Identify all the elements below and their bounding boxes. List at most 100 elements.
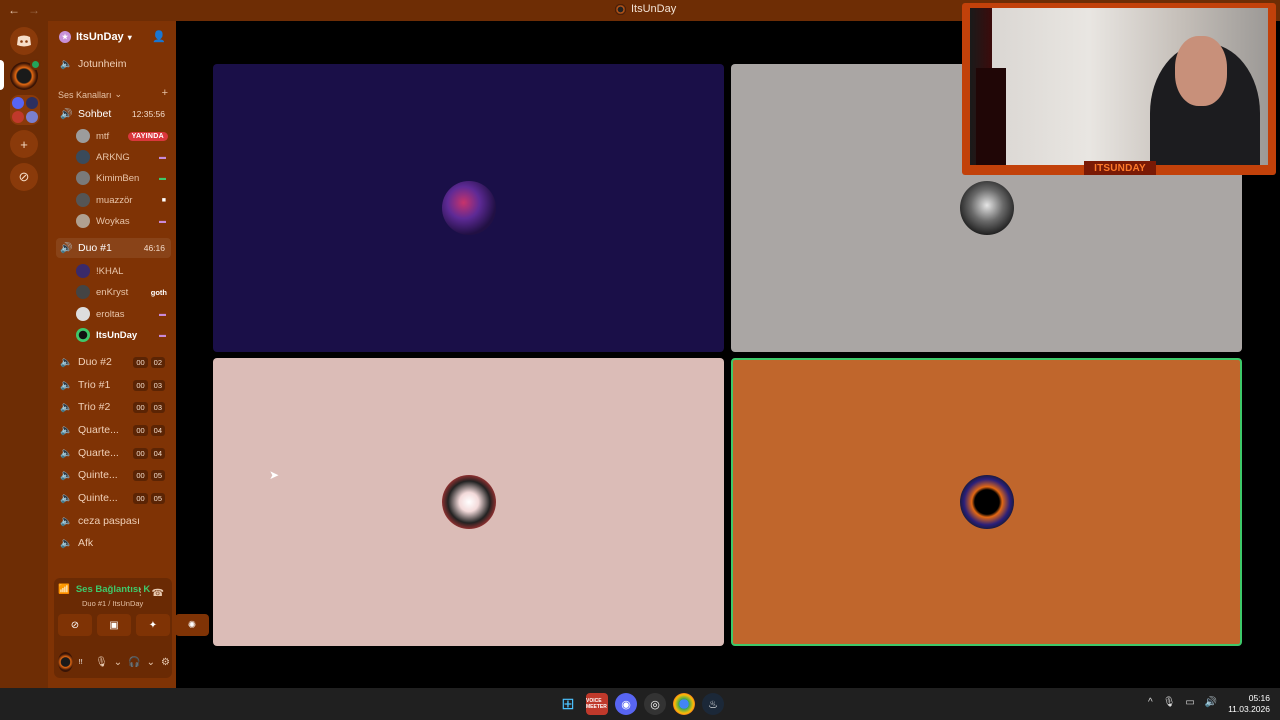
- forward-arrow-icon[interactable]: →: [28, 3, 40, 17]
- voice-user-arkng[interactable]: ARKNG ▬: [76, 147, 171, 167]
- chrome-icon[interactable]: [673, 693, 695, 715]
- headphones-icon[interactable]: 🎧: [128, 657, 140, 668]
- screen-share-button[interactable]: ▣: [97, 614, 131, 636]
- user-name: muazzör: [96, 194, 133, 206]
- voice-user-kimimben[interactable]: KimimBen ▬: [76, 168, 171, 188]
- channel-name: Quarte...: [78, 447, 119, 459]
- activities-button[interactable]: ✦: [136, 614, 170, 636]
- screen-share-icon: ▣: [109, 619, 119, 631]
- server-header[interactable]: ★ ItsUnDay ▾ 👤: [48, 21, 176, 53]
- video-tile-eroltas[interactable]: [213, 358, 724, 646]
- voice-location[interactable]: Duo #1 / ItsUnDay: [82, 599, 143, 608]
- voice-user-eroltas[interactable]: eroltas ▬: [76, 304, 171, 324]
- avatar: [441, 181, 496, 235]
- noise-suppression-icon[interactable]: ⫶: [139, 588, 142, 599]
- voice-buttons: ⊘ ▣ ✦ ✺: [58, 614, 209, 636]
- back-arrow-icon[interactable]: ←: [8, 3, 20, 17]
- selected-server-indicator: [0, 60, 4, 90]
- speaker-icon: 🔈: [60, 356, 73, 368]
- signal-icon: 📶: [58, 584, 70, 595]
- camera-off-button[interactable]: ⊘: [58, 614, 92, 636]
- channel-jotunheim[interactable]: 🔈 Jotunheim: [56, 54, 171, 74]
- channel-name: Sohbet: [78, 108, 112, 120]
- voice-user-muazzor[interactable]: muazzör ■: [76, 190, 171, 210]
- webcam-feed: [970, 8, 1268, 165]
- channel-trio-1[interactable]: 🔈 Trio #1 00 03: [56, 375, 171, 395]
- soundboard-button[interactable]: ✺: [175, 614, 209, 636]
- voice-user-woykas[interactable]: Woykas ▬: [76, 211, 171, 231]
- explore-servers-icon[interactable]: ⊘: [10, 163, 38, 191]
- server-itsunday-icon[interactable]: [10, 59, 41, 90]
- microphone-icon[interactable]: 🎙: [95, 657, 108, 668]
- avatar: [76, 150, 90, 164]
- user-name: enKryst: [96, 286, 129, 298]
- voice-user-enkryst[interactable]: enKryst goth: [76, 282, 171, 302]
- channel-name: Quinte...: [78, 492, 118, 504]
- disconnect-icon[interactable]: ☎: [152, 588, 164, 599]
- channel-duo-1[interactable]: 🔊 Duo #1 46:16: [56, 238, 171, 258]
- avatar: [76, 129, 90, 143]
- speaker-icon: 🔈: [60, 447, 73, 459]
- channel-name: Trio #1: [78, 379, 111, 391]
- webcam-pc-tower: [976, 68, 1006, 165]
- channel-sohbet[interactable]: 🔊 Sohbet 12:35:56: [56, 104, 171, 124]
- microphone-tray-icon[interactable]: 🎙: [1163, 697, 1176, 708]
- add-server-icon[interactable]: +: [10, 130, 38, 158]
- channel-name: ceza paspası: [78, 515, 140, 527]
- speaker-icon: 🔊: [60, 108, 73, 120]
- discord-home-icon[interactable]: [10, 27, 38, 55]
- user-name: eroltas: [96, 308, 125, 320]
- speaker-icon: 🔈: [60, 537, 73, 549]
- channel-quintet-2[interactable]: 🔈 Quinte... 00 05: [56, 488, 171, 508]
- display-icon[interactable]: ▭: [1185, 697, 1194, 708]
- user-limit: 00 04: [133, 424, 165, 436]
- discord-taskbar-icon[interactable]: ◉: [615, 693, 637, 715]
- activity-icon: ▬: [159, 174, 166, 182]
- add-channel-icon[interactable]: +: [162, 87, 168, 99]
- channel-name: Jotunheim: [78, 58, 127, 70]
- video-tile-itsunday-speaking[interactable]: [731, 358, 1242, 646]
- steam-icon[interactable]: ♨: [702, 693, 724, 715]
- channel-quintet-1[interactable]: 🔈 Quinte... 00 05: [56, 465, 171, 485]
- volume-icon[interactable]: 🔊: [1205, 697, 1217, 708]
- user-limit: 00 03: [133, 379, 165, 391]
- channel-ceza-paspasi[interactable]: 🔈 ceza paspası: [56, 511, 171, 531]
- channel-trio-2[interactable]: 🔈 Trio #2 00 03: [56, 397, 171, 417]
- channel-quartet-2[interactable]: 🔈 Quarte... 00 04: [56, 443, 171, 463]
- obs-icon[interactable]: ◎: [644, 693, 666, 715]
- category-voice-channels[interactable]: Ses Kanalları ⌄ +: [58, 87, 170, 100]
- avatar[interactable]: [58, 652, 73, 672]
- channel-afk[interactable]: 🔈 Afk: [56, 533, 171, 553]
- chevron-down-icon: ▾: [127, 32, 132, 42]
- avatar: [959, 475, 1014, 529]
- voice-user-itsunday[interactable]: ItsUnDay ▬: [76, 325, 171, 345]
- channel-quartet-1[interactable]: 🔈 Quarte... 00 04: [56, 420, 171, 440]
- invite-people-icon[interactable]: 👤: [152, 30, 166, 43]
- video-tile-khal[interactable]: [213, 64, 724, 352]
- clan-tag: goth: [150, 287, 167, 297]
- window-title-text: ItsUnDay: [631, 3, 677, 15]
- voice-status[interactable]: 📶 Ses Bağlantısı K: [58, 584, 150, 595]
- chevron-down-icon[interactable]: ⌄: [114, 657, 122, 668]
- clock-time: 05:16: [1248, 693, 1270, 703]
- streaming-icon: ▬: [159, 331, 166, 339]
- server-folder[interactable]: [10, 95, 40, 125]
- live-badge: YAYINDA: [127, 131, 168, 141]
- user-limit-value: 03: [150, 401, 165, 413]
- settings-gear-icon[interactable]: ⚙: [161, 657, 170, 668]
- channel-name: Afk: [78, 537, 94, 549]
- chevron-down-icon[interactable]: ⌄: [147, 657, 155, 668]
- channel-duo-2[interactable]: 🔈 Duo #2 00 02: [56, 352, 171, 372]
- windows-start-icon[interactable]: ⊞: [557, 693, 579, 715]
- taskbar-clock[interactable]: 05:16 11.03.2026: [1228, 693, 1270, 715]
- voice-user-mtf[interactable]: mtf YAYINDA: [76, 126, 171, 146]
- chevron-up-icon[interactable]: ^: [1148, 697, 1153, 708]
- window-title: ItsUnDay: [615, 3, 676, 15]
- avatar: [76, 193, 90, 207]
- user-count: 00: [133, 447, 148, 459]
- voicemeeter-icon[interactable]: VOICE MEETER: [586, 693, 608, 715]
- voice-user-khal[interactable]: !KHAL: [76, 261, 171, 281]
- channel-name: Duo #1: [78, 242, 112, 254]
- avatar: [959, 181, 1014, 235]
- user-count: 00: [133, 424, 148, 436]
